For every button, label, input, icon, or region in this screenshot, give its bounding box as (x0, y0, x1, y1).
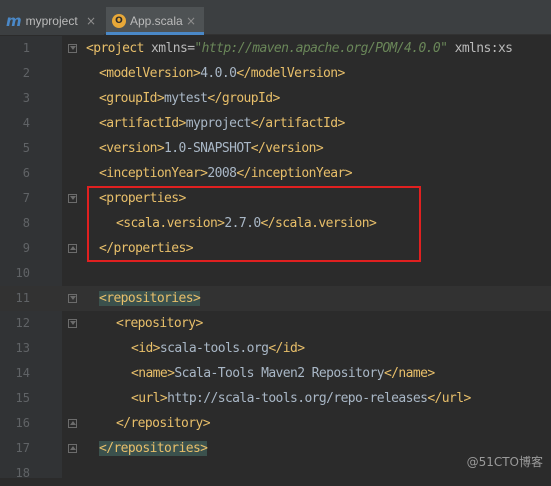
fold-toggle-icon[interactable] (68, 444, 77, 453)
code-text: </repositories> (99, 436, 207, 461)
code-text: <repositories> (99, 286, 200, 311)
highlight-box (87, 186, 421, 262)
line-number: 5 (0, 136, 30, 161)
scala-object-icon: O (112, 14, 126, 28)
matched-tag: </repositories> (99, 441, 207, 456)
fold-toggle-icon[interactable] (68, 44, 77, 53)
tab-label: App.scala (130, 14, 183, 28)
line-number: 1 (0, 36, 30, 61)
line-number: 8 (0, 211, 30, 236)
close-icon[interactable]: × (186, 14, 196, 28)
maven-module-icon: m (6, 12, 22, 30)
fold-toggle-icon[interactable] (68, 294, 77, 303)
line-number: 17 (0, 436, 30, 461)
line-number: 15 (0, 386, 30, 411)
tab-myproject[interactable]: m myproject × (0, 7, 104, 35)
editor-tab-bar: m myproject × O App.scala × (0, 0, 551, 35)
line-number: 9 (0, 236, 30, 261)
close-icon[interactable]: × (86, 14, 96, 28)
line-number: 7 (0, 186, 30, 211)
code-text: <url>http://scala-tools.org/repo-release… (131, 386, 471, 411)
line-number: 10 (0, 261, 30, 286)
code-line-current[interactable]: 11 <repositories> (0, 286, 551, 311)
code-line[interactable]: 12 <repository> (0, 311, 551, 336)
tab-label: myproject (26, 14, 78, 28)
code-text: <id>scala-tools.org</id> (131, 336, 304, 361)
line-number: 18 (0, 461, 30, 486)
code-line[interactable]: 5 <version>1.0-SNAPSHOT</version> (0, 136, 551, 161)
code-text: <version>1.0-SNAPSHOT</version> (99, 136, 323, 161)
code-line[interactable]: 16 </repository> (0, 411, 551, 436)
code-text: <repository> (116, 311, 203, 336)
code-line[interactable]: 3 <groupId>mytest</groupId> (0, 86, 551, 111)
code-line[interactable]: 1 <project xmlns="http://maven.apache.or… (0, 36, 551, 61)
line-number: 13 (0, 336, 30, 361)
code-line[interactable]: 15 <url>http://scala-tools.org/repo-rele… (0, 386, 551, 411)
code-line[interactable]: 4 <artifactId>myproject</artifactId> (0, 111, 551, 136)
fold-toggle-icon[interactable] (68, 319, 77, 328)
line-number: 2 (0, 61, 30, 86)
fold-toggle-icon[interactable] (68, 194, 77, 203)
code-line[interactable]: 6 <inceptionYear>2008</inceptionYear> (0, 161, 551, 186)
code-text: <inceptionYear>2008</inceptionYear> (99, 161, 352, 186)
code-text: <modelVersion>4.0.0</modelVersion> (99, 61, 345, 86)
fold-toggle-icon[interactable] (68, 419, 77, 428)
code-line[interactable]: 14 <name>Scala-Tools Maven2 Repository</… (0, 361, 551, 386)
code-text: </repository> (116, 411, 210, 436)
code-line[interactable]: 2 <modelVersion>4.0.0</modelVersion> (0, 61, 551, 86)
code-text: <name>Scala-Tools Maven2 Repository</nam… (131, 361, 435, 386)
line-number: 11 (0, 286, 30, 311)
code-text: <groupId>mytest</groupId> (99, 86, 280, 111)
line-number: 6 (0, 161, 30, 186)
fold-toggle-icon[interactable] (68, 244, 77, 253)
code-editor[interactable]: 1 <project xmlns="http://maven.apache.or… (0, 36, 551, 478)
matched-tag: <repositories> (99, 291, 200, 306)
code-line[interactable]: 13 <id>scala-tools.org</id> (0, 336, 551, 361)
line-number: 12 (0, 311, 30, 336)
line-number: 3 (0, 86, 30, 111)
watermark: @51CTO博客 (467, 453, 543, 470)
code-text: <project xmlns="http://maven.apache.org/… (86, 36, 512, 61)
line-number: 14 (0, 361, 30, 386)
code-line[interactable]: 10 (0, 261, 551, 286)
line-number: 16 (0, 411, 30, 436)
tab-app-scala[interactable]: O App.scala × (106, 7, 204, 35)
line-number: 4 (0, 111, 30, 136)
code-text: <artifactId>myproject</artifactId> (99, 111, 345, 136)
